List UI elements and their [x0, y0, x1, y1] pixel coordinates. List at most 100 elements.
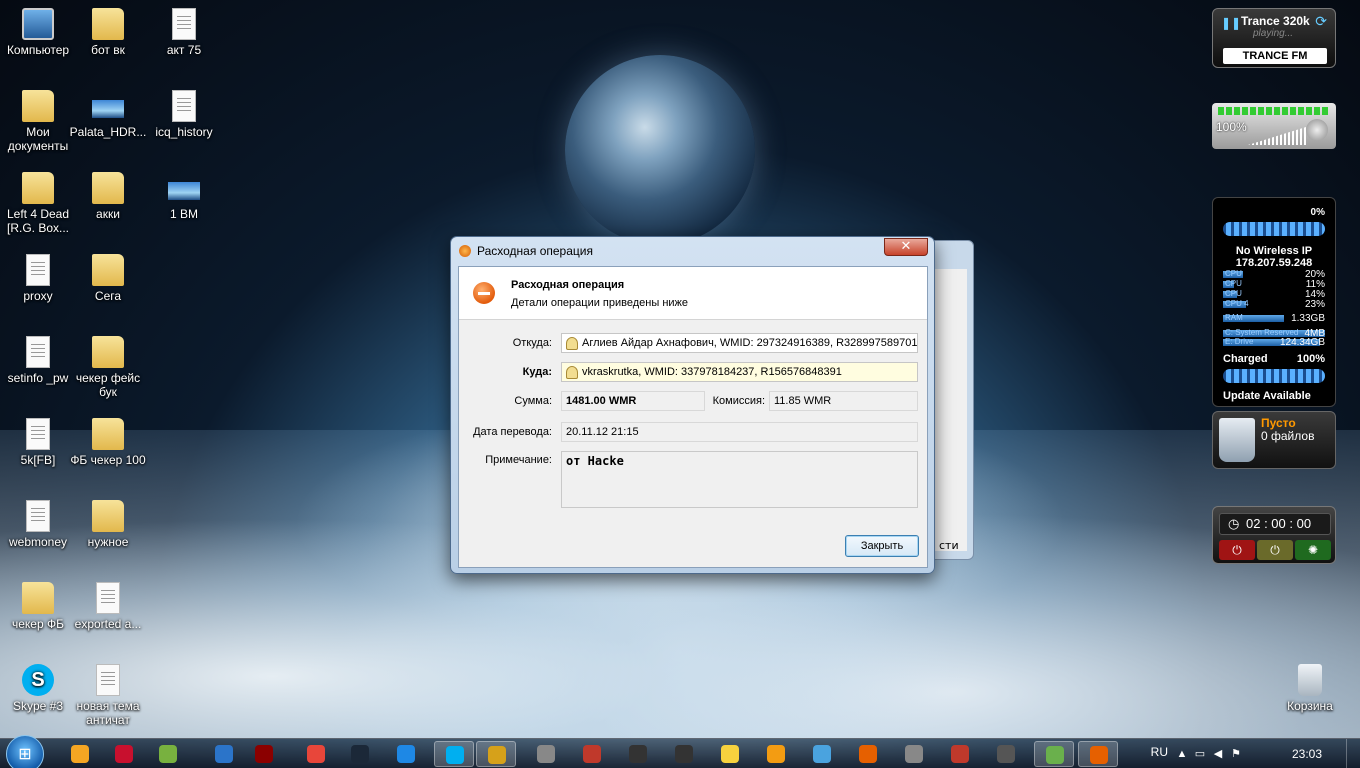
taskbar-button-winamp[interactable] — [618, 741, 658, 767]
show-desktop-button[interactable] — [1346, 739, 1360, 768]
desktop-icon-label: чекер фейс бук — [75, 371, 141, 399]
note-field[interactable]: от Hacke — [561, 451, 918, 508]
clock[interactable]: 23:03 — [1292, 747, 1322, 761]
taskbar-button-calc[interactable] — [986, 741, 1026, 767]
computer-icon — [22, 8, 54, 40]
desktop-icon[interactable]: чекер фейс бук — [68, 336, 148, 399]
taskbar-button-firefox2[interactable] — [1078, 741, 1118, 767]
taskbar-button-skype[interactable] — [434, 741, 474, 767]
desktop-icon[interactable]: 5k[FB] — [0, 418, 78, 467]
date-label: Дата перевода: — [473, 426, 552, 438]
folder-icon — [22, 172, 54, 204]
folder-icon — [92, 336, 124, 368]
flag-icon[interactable]: ⚑ — [1230, 748, 1242, 760]
fee-label: Комиссия: — [712, 395, 765, 407]
taskbar-button-video[interactable] — [244, 741, 284, 767]
webmoney-icon — [488, 746, 506, 764]
folder-icon — [22, 90, 54, 122]
volume-slider[interactable] — [1248, 127, 1306, 145]
folder-icon — [22, 582, 54, 614]
taskbar-button-unity[interactable] — [526, 741, 566, 767]
taskbar-button-orbit[interactable] — [802, 741, 842, 767]
desktop-icon[interactable]: Left 4 Dead [R.G. Box... — [0, 172, 78, 235]
desktop-icon-label: чекер ФБ — [12, 617, 64, 631]
taskbar-button-webmoney[interactable] — [476, 741, 516, 767]
taskbar-button-steam[interactable] — [340, 741, 380, 767]
sleep-icon[interactable]: ✺ — [1295, 540, 1331, 560]
update-link[interactable]: Update Available — [1223, 390, 1311, 402]
refresh-icon[interactable]: ⟳ — [1315, 13, 1327, 30]
taskbar-button-browser[interactable] — [204, 741, 244, 767]
power-off-icon[interactable]: ⏻ — [1219, 540, 1255, 560]
desktop-icon[interactable]: ФБ чекер 100 — [68, 418, 148, 467]
taskbar-button-utorrent[interactable] — [148, 741, 188, 767]
chrome-icon — [307, 745, 325, 763]
desktop-icon[interactable]: Корзина — [1270, 664, 1350, 713]
taskbar-button-notes[interactable] — [386, 741, 426, 767]
desktop-icon[interactable]: Сега — [68, 254, 148, 303]
volume-gadget[interactable]: 100% — [1212, 103, 1336, 149]
desktop-icon-label: 1 ВМ — [169, 207, 198, 221]
document-icon — [26, 500, 50, 532]
desktop-icon[interactable]: новая тема античат — [68, 664, 148, 727]
bin-count: 0 файлов — [1261, 429, 1315, 443]
desktop-icon[interactable]: setinfo _pw — [0, 336, 78, 385]
desktop-icon-label: Skype #3 — [12, 699, 64, 713]
desktop-icon[interactable]: бот вк — [68, 8, 148, 57]
to-field[interactable]: vkraskrutka, WMID: 337978184237, R156576… — [561, 362, 918, 382]
fee-value[interactable]: 11.85 WMR — [769, 391, 918, 411]
utorrent-icon — [159, 745, 177, 763]
desktop-icon[interactable]: 1 ВМ — [144, 172, 224, 221]
sum-label: Сумма: — [514, 395, 552, 407]
date-value[interactable]: 20.11.12 21:15 — [561, 422, 918, 442]
taskbar-button-paint[interactable] — [756, 741, 796, 767]
language-indicator[interactable]: RU — [1151, 745, 1168, 759]
taskbar-button-firefox[interactable] — [848, 741, 888, 767]
start-button[interactable]: ⊞ — [6, 735, 44, 768]
recycle-bin-gadget[interactable]: Пусто 0 файлов — [1212, 411, 1336, 469]
taskbar-button-chrome[interactable] — [296, 741, 336, 767]
taskbar-button-game[interactable] — [664, 741, 704, 767]
ip-address: 178.207.59.248 — [1235, 257, 1313, 269]
game2-icon — [1046, 746, 1064, 764]
pause-icon[interactable]: ❚❚ — [1221, 16, 1241, 30]
speaker-icon[interactable] — [1306, 119, 1328, 141]
restart-icon[interactable]: ⏻ — [1257, 540, 1293, 560]
dialog-close-x-button[interactable]: ✕ — [884, 238, 928, 256]
desktop-icon[interactable]: icq_history — [144, 90, 224, 139]
desktop-icon[interactable]: Palata_HDR... — [68, 90, 148, 139]
background-window-text: сти — [939, 539, 959, 552]
desktop-icon[interactable]: нужное — [68, 500, 148, 549]
timer-display[interactable]: 02 : 00 : 00 — [1219, 513, 1331, 535]
taskbar-button-smile[interactable] — [710, 741, 750, 767]
folder-icon — [92, 500, 124, 532]
desktop-icon[interactable]: Мои документы — [0, 90, 78, 153]
desktop-icon[interactable]: webmoney — [0, 500, 78, 549]
browser-icon — [215, 745, 233, 763]
desktop-icon[interactable]: proxy — [0, 254, 78, 303]
video-icon — [255, 745, 273, 763]
desktop-icon[interactable]: S Skype #3 — [0, 664, 78, 713]
taskbar-button-filezilla[interactable] — [104, 741, 144, 767]
desktop-icon-label: proxy — [23, 289, 53, 303]
desktop-icon[interactable]: акт 75 — [144, 8, 224, 57]
taskbar-button-pj[interactable] — [940, 741, 980, 767]
radio-logo: TRANCE FM — [1223, 48, 1327, 64]
volume-icon[interactable]: ◀ — [1212, 748, 1224, 760]
desktop-icon[interactable]: exported a... — [68, 582, 148, 631]
taskbar-button-avast[interactable] — [60, 741, 100, 767]
desktop-icon[interactable]: Компьютер — [0, 8, 78, 57]
tray-arrow-icon[interactable]: ▲ — [1176, 748, 1188, 760]
taskbar-button-game2[interactable] — [1034, 741, 1074, 767]
from-field[interactable]: Аглиев Айдар Ахнафович, WMID: 2973249163… — [561, 333, 918, 353]
recycle-bin-icon[interactable] — [1219, 418, 1255, 462]
network-icon[interactable]: ▭ — [1194, 748, 1206, 760]
close-button[interactable]: Закрыть — [845, 535, 919, 557]
desktop-icon[interactable]: акки — [68, 172, 148, 221]
radio-gadget[interactable]: ❚❚ Trance 320k playing... ⟳ TRANCE FM — [1212, 8, 1336, 68]
desktop-icon[interactable]: чекер ФБ — [0, 582, 78, 631]
to-label: Куда: — [522, 366, 552, 378]
taskbar-button-opera[interactable] — [572, 741, 612, 767]
taskbar-button-bug[interactable] — [894, 741, 934, 767]
desktop-icon-label: exported a... — [74, 617, 142, 631]
